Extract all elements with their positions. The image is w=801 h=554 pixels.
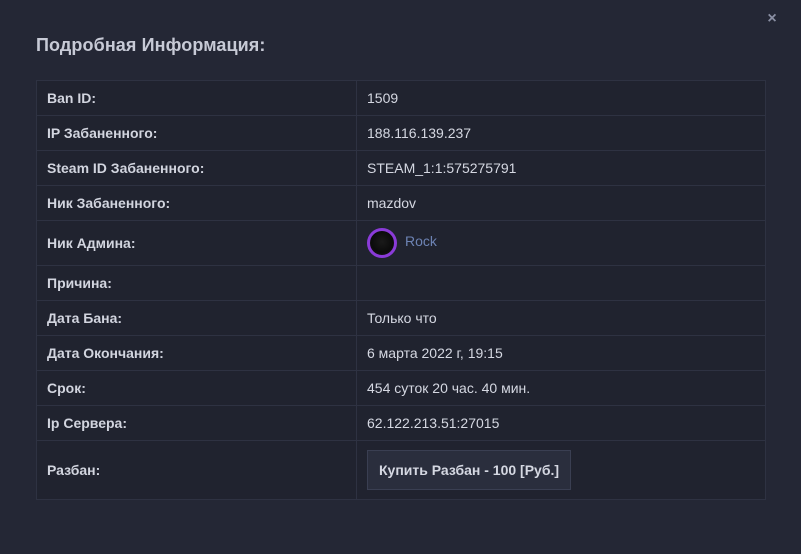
- row-value-banned-nick: mazdov: [356, 185, 766, 221]
- row-value-ban-date: Только что: [356, 300, 766, 336]
- table-row: Steam ID Забаненного: STEAM_1:1:57527579…: [36, 150, 766, 186]
- row-label-term: Срок:: [36, 370, 357, 406]
- buy-unban-button[interactable]: Купить Разбан - 100 [Руб.]: [367, 450, 572, 490]
- table-row: Дата Бана: Только что: [36, 300, 766, 336]
- table-row: Причина:: [36, 265, 766, 301]
- row-label-ban-id: Ban ID:: [36, 80, 357, 116]
- row-label-end-date: Дата Окончания:: [36, 335, 357, 371]
- row-label-banned-nick: Ник Забаненного:: [36, 185, 357, 221]
- row-label-unban: Разбан:: [36, 440, 357, 500]
- row-value-unban: Купить Разбан - 100 [Руб.]: [356, 440, 766, 500]
- admin-info: Rock: [367, 228, 755, 258]
- row-value-admin: Rock: [356, 220, 766, 266]
- table-row: Дата Окончания: 6 марта 2022 г, 19:15: [36, 335, 766, 371]
- table-row: Ip Сервера: 62.122.213.51:27015: [36, 405, 766, 441]
- table-row: Ник Забаненного: mazdov: [36, 185, 766, 221]
- table-row: Ник Админа: Rock: [36, 220, 766, 266]
- row-value-ban-id: 1509: [356, 80, 766, 116]
- row-label-admin-nick: Ник Админа:: [36, 220, 357, 266]
- row-label-steam-id: Steam ID Забаненного:: [36, 150, 357, 186]
- row-label-ip: IP Забаненного:: [36, 115, 357, 151]
- table-row: IP Забаненного: 188.116.139.237: [36, 115, 766, 151]
- row-label-reason: Причина:: [36, 265, 357, 301]
- row-value-ip: 188.116.139.237: [356, 115, 766, 151]
- modal-title: Подробная Информация:: [36, 35, 266, 55]
- table-row: Ban ID: 1509: [36, 80, 766, 116]
- table-row: Срок: 454 суток 20 час. 40 мин.: [36, 370, 766, 406]
- admin-profile-link[interactable]: Rock: [405, 233, 437, 249]
- row-label-ban-date: Дата Бана:: [36, 300, 357, 336]
- ban-info-table: Ban ID: 1509 IP Забаненного: 188.116.139…: [36, 80, 766, 500]
- avatar[interactable]: [367, 228, 397, 258]
- row-value-term: 454 суток 20 час. 40 мин.: [356, 370, 766, 406]
- table-row: Разбан: Купить Разбан - 100 [Руб.]: [36, 440, 766, 500]
- row-label-server-ip: Ip Сервера:: [36, 405, 357, 441]
- close-icon[interactable]: ×: [765, 11, 779, 27]
- ban-info-modal: × Подробная Информация: Ban ID: 1509 IP …: [0, 0, 801, 554]
- row-value-server-ip: 62.122.213.51:27015: [356, 405, 766, 441]
- row-value-reason: [356, 265, 766, 301]
- row-value-end-date: 6 марта 2022 г, 19:15: [356, 335, 766, 371]
- row-value-steam-id: STEAM_1:1:575275791: [356, 150, 766, 186]
